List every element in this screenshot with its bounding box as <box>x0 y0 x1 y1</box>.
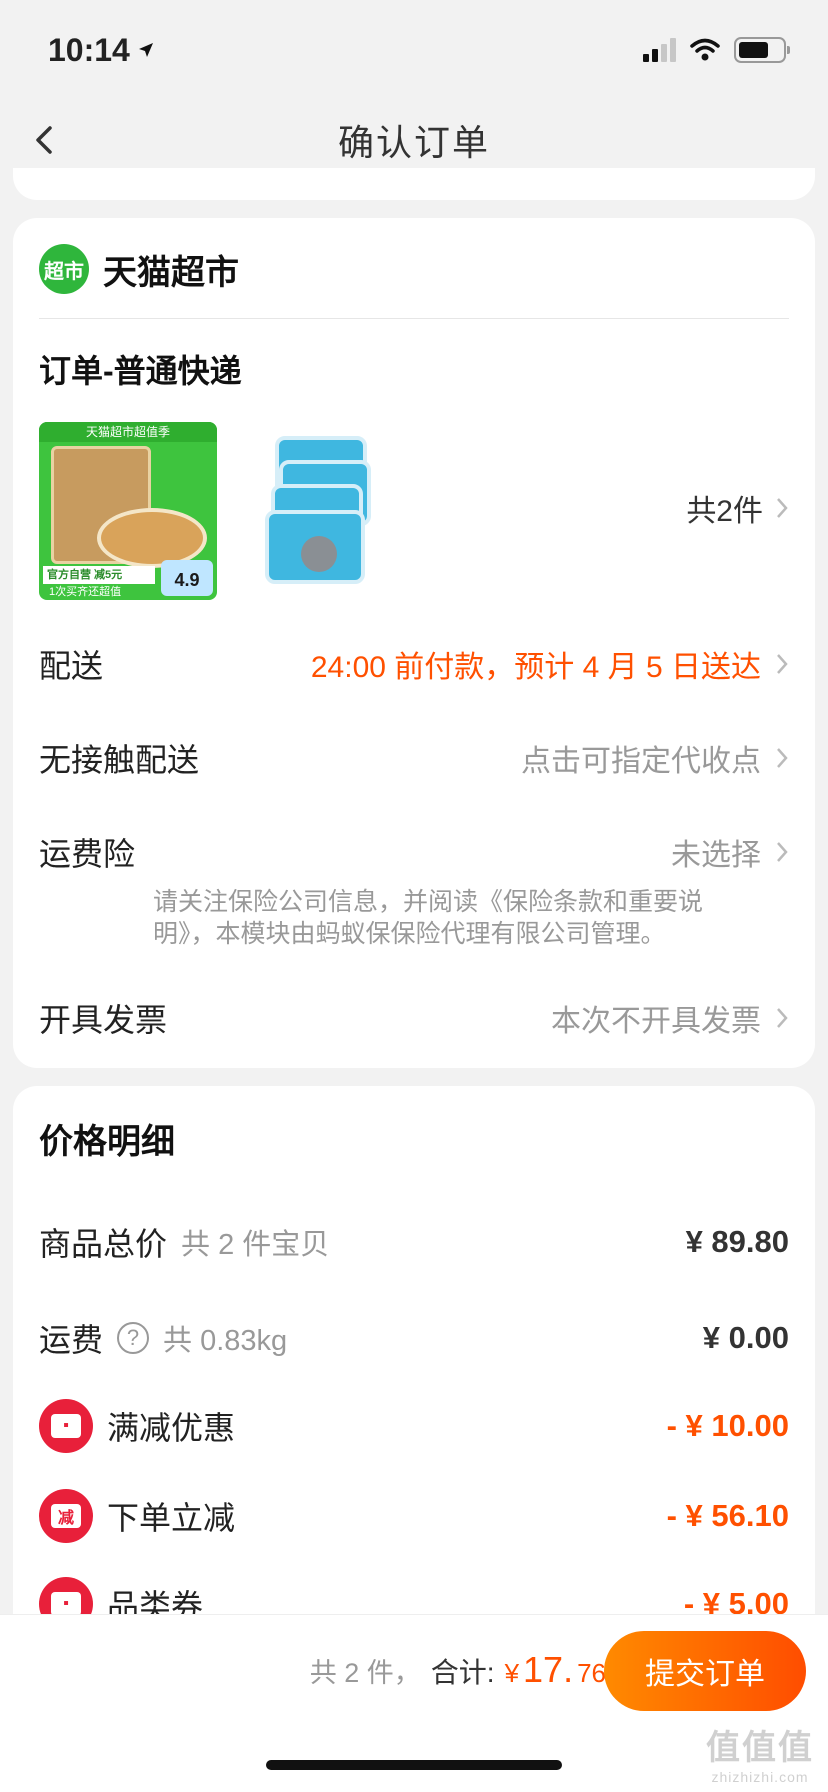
help-icon[interactable]: ? <box>117 1322 150 1354</box>
delivery-row[interactable]: 配送 24:00 前付款，预计 4 月 5 日送达 <box>39 634 789 694</box>
invoice-label: 开具发票 <box>39 1002 168 1038</box>
shop-header: 超市 天猫超市 <box>39 244 239 294</box>
insurance-note: 请关注保险公司信息，并阅读《保险条款和重要说明》，本模块由蚂蚁保保险代理有限公司… <box>153 888 704 948</box>
goods-total-sub: 共 2 件宝贝 <box>181 1229 330 1261</box>
shipping-insurance-row[interactable]: 运费险 未选择 <box>39 822 789 882</box>
delivery-label: 配送 <box>39 648 104 684</box>
product-thumbnail-cat-food[interactable] <box>257 422 435 600</box>
address-card-bottom-edge <box>13 168 815 200</box>
goods-total-label: 商品总价 <box>39 1226 168 1262</box>
instant-reduction-row: 减 下单立减 - ¥ 56.10 <box>39 1486 789 1546</box>
contactless-label: 无接触配送 <box>39 742 200 778</box>
chevron-right-icon <box>777 498 788 518</box>
invoice-value: 本次不开具发票 <box>551 996 789 1040</box>
home-indicator[interactable] <box>266 1760 562 1770</box>
items-count: 共2件 <box>686 495 763 528</box>
product-banner: 天猫超市超值季 <box>39 422 217 442</box>
insurance-value: 未选择 <box>671 830 789 874</box>
location-arrow-icon <box>138 43 153 57</box>
goods-total-row: 商品总价 共 2 件宝贝 ¥ 89.80 <box>39 1212 789 1272</box>
product-price-tag: 4.9 <box>161 560 213 596</box>
product-thumbnail-biscuits[interactable]: 天猫超市超值季 官方自营 减5元 1次买齐还超值 4.9 <box>39 422 217 600</box>
cellular-signal-icon <box>643 38 676 62</box>
full-reduction-value: - ¥ 10.00 <box>666 1408 789 1443</box>
price-detail-title: 价格明细 <box>39 1123 175 1161</box>
summary-count: 共 2 件， <box>309 1658 421 1688</box>
clock: 10:14 <box>48 31 130 68</box>
product-promo-secondary: 1次买齐还超值 <box>49 586 122 598</box>
items-count-link[interactable]: 共2件 <box>686 486 789 530</box>
watermark: 值值值 zhizhizhi.com <box>706 1720 814 1785</box>
shipping-weight: 共 0.83kg <box>163 1325 288 1357</box>
contactless-hint: 点击可指定代收点 <box>521 745 761 778</box>
supermarket-logo-icon: 超市 <box>39 244 89 294</box>
insurance-status: 未选择 <box>671 839 761 872</box>
summary-total-int: 17. <box>523 1649 574 1690</box>
order-type: 订单-普通快递 <box>39 353 242 389</box>
biscuit-plate-image <box>97 508 207 568</box>
divider <box>39 318 789 319</box>
shipping-fee-row: 运费 ? 共 0.83kg ¥ 0.00 <box>39 1308 789 1368</box>
full-reduction-label: 满减优惠 <box>107 1410 236 1446</box>
shipping-fee-value: ¥ 0.00 <box>702 1320 789 1355</box>
delivery-estimate: 24:00 前付款，预计 4 月 5 日送达 <box>310 651 761 684</box>
chevron-right-icon <box>777 654 788 674</box>
cat-food-tray <box>265 510 365 584</box>
goods-total-value: ¥ 89.80 <box>685 1224 789 1259</box>
submit-order-button[interactable]: 提交订单 <box>604 1631 806 1711</box>
chevron-right-icon <box>777 842 788 862</box>
contactless-value: 点击可指定代收点 <box>521 736 789 780</box>
instant-reduction-label: 下单立减 <box>107 1500 236 1536</box>
product-promo: 官方自营 减5元 <box>43 566 155 584</box>
full-reduction-row: ▪ 满减优惠 - ¥ 10.00 <box>39 1396 789 1456</box>
watermark-logo: 值值值 <box>706 1729 814 1767</box>
shipping-fee-label: 运费 <box>39 1322 104 1358</box>
insurance-label: 运费险 <box>39 836 136 872</box>
delivery-value: 24:00 前付款，预计 4 月 5 日送达 <box>311 642 789 686</box>
order-summary: 共 2 件， 合计: ¥ 17. 76 <box>310 1649 606 1691</box>
shop-order-card: 超市 天猫超市 订单-普通快递 天猫超市超值季 官方自营 减5元 1次买齐还超值… <box>13 218 815 1068</box>
battery-icon <box>734 37 790 63</box>
wifi-icon <box>690 38 720 61</box>
page-title: 确认订单 <box>337 122 490 163</box>
summary-total-dec: 76 <box>577 1658 606 1688</box>
status-icons <box>643 37 790 63</box>
status-time: 10:14 <box>48 32 156 69</box>
chevron-right-icon <box>777 748 788 768</box>
discount-icon: 减 <box>39 1489 93 1543</box>
invoice-status: 本次不开具发票 <box>551 1005 761 1038</box>
instant-reduction-value: - ¥ 56.10 <box>666 1498 789 1533</box>
invoice-row[interactable]: 开具发票 本次不开具发票 <box>39 988 789 1048</box>
shop-name: 天猫超市 <box>103 253 239 292</box>
contactless-delivery-row[interactable]: 无接触配送 点击可指定代收点 <box>39 728 789 788</box>
cat-image <box>301 536 337 572</box>
back-icon[interactable] <box>26 120 66 160</box>
status-bar: 10:14 <box>0 0 828 100</box>
watermark-url: zhizhizhi.com <box>711 1769 809 1785</box>
summary-currency: ¥ <box>504 1658 520 1688</box>
summary-total-label: 合计: <box>430 1657 495 1688</box>
chevron-right-icon <box>777 1008 788 1028</box>
ticket-icon: ▪ <box>39 1399 93 1453</box>
